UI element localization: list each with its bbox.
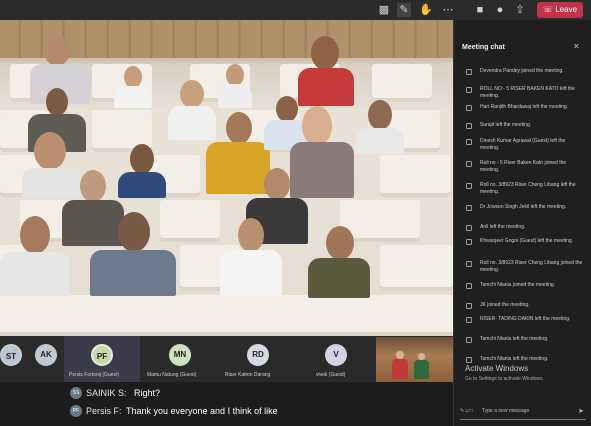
- format-icons[interactable]: ✎☺□: [460, 408, 472, 414]
- message-text: Hari Ranjith Bhardawaj left the meeting.: [480, 104, 569, 110]
- message-text: Dr Jowson Singh Jekil left the meeting.: [480, 204, 567, 210]
- share-icon[interactable]: ⇧: [513, 3, 527, 17]
- live-captions: SS SAINIK S: Right? PF Persis F: Thank y…: [0, 382, 453, 426]
- message-text: Tamchi Nlania joined the meeting.: [480, 282, 556, 288]
- participant-name: Persis Fortooij (Guest): [69, 372, 120, 378]
- activate-windows-title: Activate Windows: [465, 364, 529, 373]
- main-video-feed: [0, 20, 453, 336]
- participant-tile[interactable]: ST: [0, 336, 28, 382]
- avatar: RD: [247, 344, 269, 366]
- message-text: Roll no. 3/8923 Riser Cheng Libang joine…: [480, 260, 583, 273]
- participants-icon[interactable]: ▩: [377, 3, 391, 17]
- seat-row-front: [0, 295, 453, 336]
- message-text: Devendra Pandey joined the meeting.: [480, 68, 564, 74]
- participant-name: Riser Katem Darang: [225, 372, 271, 378]
- teams-meeting-window: ▩ ✎ ✋ ⋯ ■ ● ⇧ ☏ Leave ST AK PF Persis Fo…: [0, 0, 591, 426]
- participant-tile[interactable]: PF Persis Fortooij (Guest): [64, 336, 140, 382]
- avatar: AK: [35, 344, 57, 366]
- meeting-toolbar: ▩ ✎ ✋ ⋯ ■ ● ⇧ ☏ Leave: [0, 0, 591, 20]
- system-message-icon: [466, 183, 472, 189]
- message-text: ROLL NO:- 5 RISER BAKEN KATO left the me…: [480, 86, 575, 99]
- message-text: RISER- TADING DAKIN left the meeting.: [480, 316, 571, 322]
- self-video-thumbnail[interactable]: [376, 337, 453, 383]
- system-message-icon: [466, 123, 472, 129]
- caption-speaker: Persis F:: [86, 406, 122, 416]
- message-text: JK joined the meeting.: [480, 302, 530, 308]
- seat: [160, 200, 220, 242]
- chat-title: Meeting chat: [462, 44, 505, 51]
- message-text: Surajit left the meeting.: [480, 122, 532, 128]
- system-message-icon: [466, 69, 472, 75]
- message-text: Khwanjeet Gogoi (Guest) left the meeting…: [480, 238, 574, 244]
- camera-icon[interactable]: ■: [473, 3, 487, 17]
- system-message-icon: [466, 303, 472, 309]
- participant-name: Mamu Natung (Guest): [147, 372, 197, 378]
- participant-tile[interactable]: AK: [30, 336, 62, 382]
- system-message-icon: [466, 337, 472, 343]
- participant-tile[interactable]: V vivek (Guest): [298, 336, 374, 382]
- message-text: Dinesh Kumar Agrawal (Guest) left the me…: [480, 138, 566, 151]
- chat-icon[interactable]: ✎: [397, 3, 411, 17]
- activate-windows-subtitle: Go to Settings to activate Windows.: [465, 376, 544, 382]
- phone-icon: ☏: [542, 5, 556, 14]
- participant-tile[interactable]: MN Mamu Natung (Guest): [142, 336, 218, 382]
- system-message-icon: [466, 317, 472, 323]
- system-message-icon: [466, 261, 472, 267]
- caption-text: Thank you everyone and I think of like: [126, 406, 278, 416]
- avatar: ST: [0, 344, 22, 366]
- system-message-icon: [466, 357, 472, 363]
- compose-placeholder: Type a new message: [482, 408, 530, 414]
- system-message-icon: [466, 225, 472, 231]
- system-message-icon: [466, 105, 472, 111]
- avatar: PF: [70, 405, 82, 417]
- participant-tile[interactable]: RD Riser Katem Darang: [220, 336, 296, 382]
- system-message-icon: [466, 139, 472, 145]
- avatar: SS: [70, 387, 82, 399]
- system-message-icon: [466, 87, 472, 93]
- send-icon[interactable]: ➤: [578, 407, 584, 415]
- seat: [372, 64, 432, 102]
- system-message-icon: [466, 239, 472, 245]
- avatar: MN: [169, 344, 191, 366]
- close-icon[interactable]: ✕: [573, 42, 580, 51]
- avatar: PF: [91, 344, 113, 366]
- seat: [380, 155, 450, 197]
- system-message-icon: [466, 161, 472, 167]
- caption-text: Right?: [134, 388, 161, 398]
- meeting-chat-panel: Meeting chat ✕ Devendra Pandey joined th…: [453, 20, 591, 426]
- message-text: Tamchi Nlania left the meeting.: [480, 356, 549, 362]
- avatar: V: [325, 344, 347, 366]
- system-message-icon: [466, 205, 472, 211]
- more-icon[interactable]: ⋯: [441, 3, 455, 17]
- seat: [380, 245, 453, 291]
- leave-button[interactable]: ☏ Leave: [537, 2, 583, 18]
- caption-speaker: SAINIK S:: [86, 388, 127, 398]
- message-text: Roll no - 5 Riser Baken Kato joined the …: [480, 160, 567, 173]
- message-text: Roll no. 3/8923 Riser Cheng Libang left …: [480, 182, 576, 195]
- leave-label: Leave: [555, 5, 578, 14]
- message-text: Anil left the meeting.: [480, 224, 526, 230]
- compose-box[interactable]: ✎☺□ Type a new message ➤: [460, 404, 586, 420]
- mic-icon[interactable]: ●: [493, 3, 507, 17]
- system-message-icon: [466, 283, 472, 289]
- participant-name: vivek (Guest): [316, 372, 346, 378]
- raise-hand-icon[interactable]: ✋: [419, 3, 433, 17]
- message-text: Tamchi Nlania left the meeting.: [480, 336, 549, 342]
